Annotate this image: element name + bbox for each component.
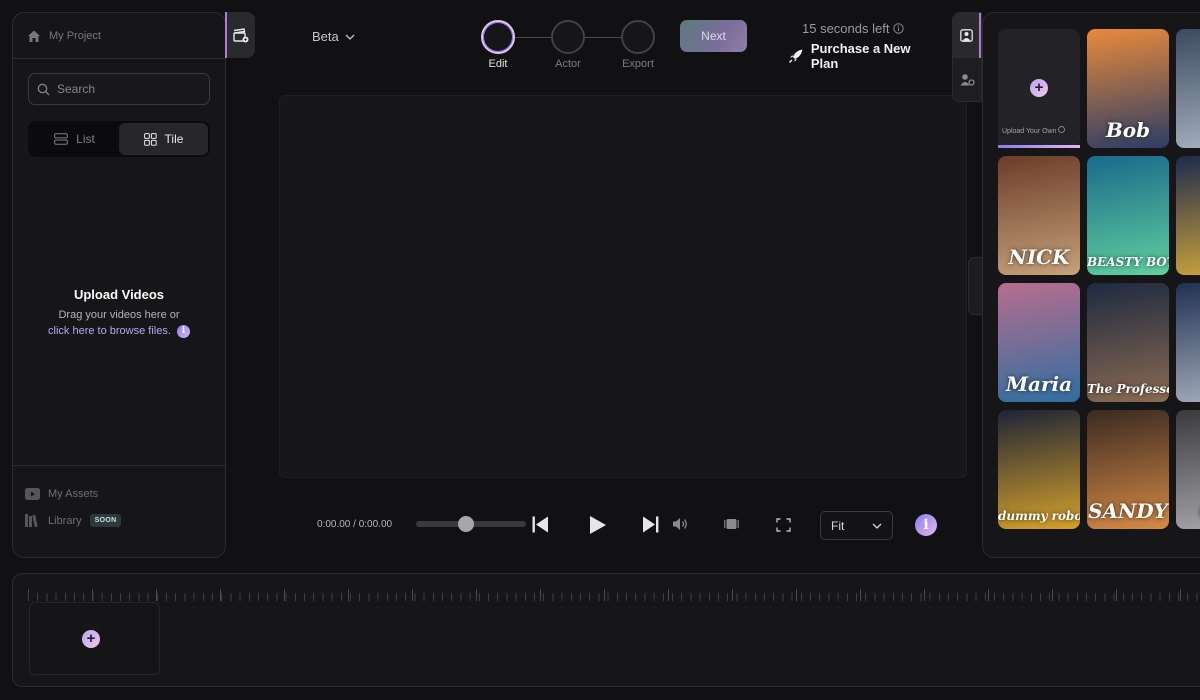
actor-name: SANDY (1088, 499, 1168, 523)
view-tile-label: Tile (164, 132, 184, 146)
play-icon[interactable] (589, 515, 607, 535)
beta-dropdown[interactable]: Beta (312, 29, 355, 44)
view-tile-button[interactable]: Tile (119, 123, 208, 155)
upload-own-actor-card[interactable]: + Upload Your Own (998, 29, 1080, 148)
purchase-plan-link[interactable]: Purchase a New Plan (788, 41, 940, 71)
media-panel: My Project List Tile Upload Videos Drag … (12, 12, 226, 558)
sidebar-footer: My Assets Library SOON (13, 465, 225, 557)
skip-back-icon[interactable] (532, 516, 549, 533)
voice-actor-tab[interactable] (953, 58, 981, 102)
actor-card[interactable]: The Professor (1087, 283, 1169, 402)
zoom-select-value: Fit (831, 518, 845, 533)
browse-files-link[interactable]: click here to browse files. (48, 325, 171, 337)
video-preview[interactable] (279, 95, 967, 478)
add-icon: + (82, 630, 100, 648)
actor-name: BEASTY BOT (1087, 255, 1169, 269)
timeline-ruler (28, 593, 1198, 601)
step-edit-label: Edit (488, 58, 508, 70)
video-icon (25, 488, 40, 500)
actor-name: CH (1176, 499, 1200, 523)
chevron-down-icon (345, 34, 355, 40)
search-icon (37, 83, 50, 95)
timeline[interactable]: + (12, 573, 1200, 687)
actor-card[interactable]: Bob (1087, 29, 1169, 148)
project-label: My Project (49, 29, 101, 42)
step-actor[interactable] (551, 20, 585, 54)
actor-card[interactable]: SANDY (1087, 410, 1169, 529)
actor-card[interactable] (1176, 156, 1200, 275)
grid-icon (143, 132, 157, 146)
step-export[interactable] (621, 20, 655, 54)
actor-card[interactable]: dummy robot (998, 410, 1080, 529)
upload-instructions: Drag your videos here or (58, 309, 180, 321)
clapperboard-icon (233, 27, 249, 42)
step-connector (515, 37, 551, 38)
library-label: Library (48, 514, 82, 527)
home-icon (28, 30, 40, 42)
library-icon (25, 514, 38, 527)
soon-badge: SOON (89, 514, 122, 527)
actor-gallery: + Upload Your Own Bob NICK BEASTY BOT Maria… (982, 12, 1200, 558)
add-clip-slot[interactable]: + (29, 602, 160, 675)
fullscreen-icon[interactable] (776, 518, 791, 532)
info-icon (1058, 126, 1066, 133)
sidebar-item-my-assets[interactable]: My Assets (25, 488, 225, 500)
next-button[interactable]: Next (680, 20, 747, 52)
view-list-button[interactable]: List (30, 123, 119, 155)
media-tab[interactable] (225, 12, 255, 58)
upload-own-label: Upload Your Own (1002, 126, 1066, 135)
user-settings-icon (960, 74, 975, 86)
view-list-label: List (76, 132, 95, 146)
upload-dropzone[interactable]: Upload Videos Drag your videos here or c… (13, 287, 225, 339)
sidebar-item-library[interactable]: Library SOON (25, 514, 225, 527)
actor-name: NICK (1008, 245, 1070, 269)
view-toggle: List Tile (28, 121, 210, 157)
actor-card[interactable]: CH (1176, 410, 1200, 529)
time-left-text: 15 seconds left (802, 21, 890, 36)
actor-card[interactable]: BEASTY BOT (1087, 156, 1169, 275)
beta-label: Beta (312, 29, 339, 44)
player-info-button[interactable]: i (915, 514, 937, 536)
search-input[interactable] (57, 82, 197, 96)
add-icon: + (1030, 79, 1048, 97)
list-icon (54, 133, 68, 145)
step-export-label: Export (622, 58, 654, 70)
actor-card[interactable]: Maria (998, 283, 1080, 402)
safe-area-icon[interactable] (724, 517, 739, 531)
info-icon[interactable] (893, 23, 905, 34)
step-actor-label: Actor (555, 58, 581, 70)
zoom-select[interactable]: Fit (820, 511, 893, 540)
actor-card[interactable] (1176, 29, 1200, 148)
actor-name: dummy robot (998, 509, 1080, 523)
actor-name: Bob (1105, 118, 1151, 142)
actor-card[interactable] (1176, 283, 1200, 402)
actor-card[interactable]: NICK (998, 156, 1080, 275)
rocket-icon (788, 49, 803, 63)
purchase-plan-label: Purchase a New Plan (810, 41, 911, 71)
actor-icon (959, 29, 973, 42)
chevron-down-icon (872, 523, 882, 529)
trial-status: 15 seconds left Purchase a New Plan (788, 21, 940, 71)
time-display: 0:00.00 / 0:00.00 (317, 519, 393, 530)
panel-collapse-handle[interactable] (968, 257, 982, 315)
step-connector (585, 37, 621, 38)
right-tab-strip (952, 12, 982, 102)
seek-handle[interactable] (457, 516, 474, 532)
actor-name: Maria (1005, 372, 1073, 396)
search-box[interactable] (28, 73, 210, 105)
step-edit[interactable] (481, 20, 515, 54)
info-icon[interactable]: i (176, 324, 190, 338)
actor-name: The Professor (1087, 382, 1169, 396)
my-assets-label: My Assets (48, 488, 99, 500)
upload-title: Upload Videos (73, 287, 165, 302)
project-header[interactable]: My Project (13, 13, 225, 59)
actors-tab[interactable] (953, 13, 981, 58)
skip-forward-icon[interactable] (642, 516, 659, 533)
volume-icon[interactable] (672, 517, 689, 531)
